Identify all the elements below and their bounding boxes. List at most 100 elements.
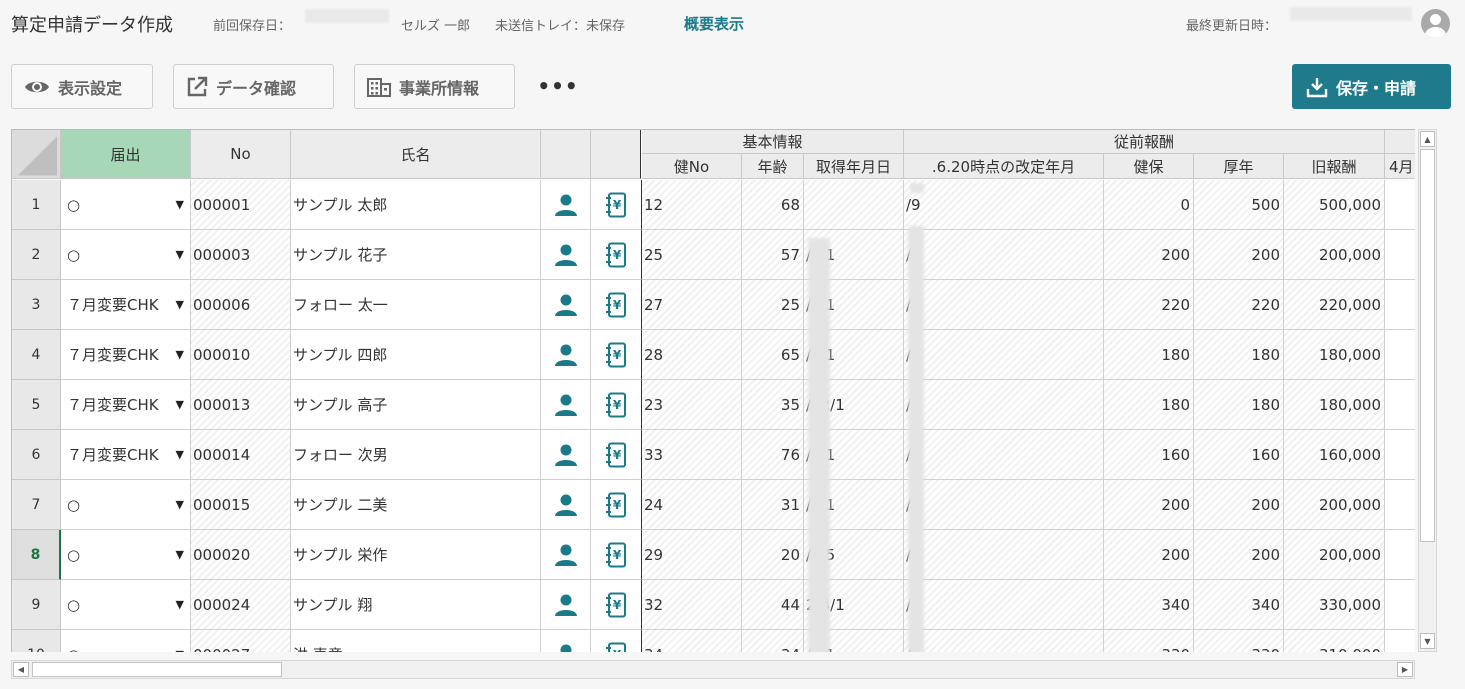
dropdown-arrow-icon[interactable]: ▼ <box>176 648 184 652</box>
person-icon[interactable] <box>541 180 591 230</box>
ken-no-cell: 33 <box>642 430 742 480</box>
todokede-select[interactable]: ○▼ <box>61 630 191 652</box>
dropdown-arrow-icon[interactable]: ▼ <box>176 298 184 311</box>
row-header[interactable]: 4 <box>12 330 61 380</box>
row-header[interactable]: 8 <box>12 530 61 580</box>
row-header[interactable]: 5 <box>12 380 61 430</box>
save-submit-button[interactable]: 保存・申請 <box>1292 64 1451 109</box>
row-header[interactable]: 2 <box>12 230 61 280</box>
person-icon[interactable] <box>541 530 591 580</box>
header-kenpo[interactable]: 健保 <box>1104 154 1194 179</box>
header-april[interactable]: 4月 <box>1385 154 1415 179</box>
dropdown-arrow-icon[interactable]: ▼ <box>176 548 184 561</box>
kosei-cell: 160 <box>1194 430 1284 480</box>
dropdown-arrow-icon[interactable]: ▼ <box>176 598 184 611</box>
header-acquired[interactable]: 取得年月日 <box>804 154 904 179</box>
name-cell: フォロー 太一 <box>291 280 541 330</box>
more-options-button[interactable]: ••• <box>537 70 577 102</box>
person-icon[interactable] <box>541 580 591 630</box>
person-icon[interactable] <box>541 430 591 480</box>
todokede-select[interactable]: ７月変要CHK ▼ <box>61 330 191 380</box>
row-header[interactable]: 7 <box>12 480 61 530</box>
payroll-book-icon[interactable]: ¥ <box>591 380 642 430</box>
payroll-book-icon[interactable]: ¥ <box>591 480 642 530</box>
kosei-cell: 200 <box>1194 480 1284 530</box>
vertical-scroll-thumb[interactable] <box>1420 149 1435 542</box>
age-cell: 25 <box>742 280 804 330</box>
header-revision[interactable]: .6.20時点の改定年月 <box>904 154 1104 179</box>
payroll-book-icon[interactable]: ¥ <box>591 430 642 480</box>
person-icon[interactable] <box>541 330 591 380</box>
download-icon <box>1306 77 1328 97</box>
row-header[interactable]: 10 <box>12 630 61 652</box>
horizontal-scrollbar[interactable]: ◀ ▶ <box>11 660 1415 679</box>
row-header[interactable]: 6 <box>12 430 61 480</box>
row-header[interactable]: 1 <box>12 180 61 230</box>
office-info-button[interactable]: 事業所情報 <box>354 64 515 109</box>
scroll-left-arrow-icon[interactable]: ◀ <box>13 662 29 677</box>
header-ken-no[interactable]: 健No <box>642 154 742 179</box>
header-todokede[interactable]: 届出 <box>61 130 191 179</box>
ken-no-cell: 24 <box>642 480 742 530</box>
person-icon[interactable] <box>541 280 591 330</box>
scroll-up-arrow-icon[interactable]: ▲ <box>1420 131 1435 147</box>
dropdown-arrow-icon[interactable]: ▼ <box>176 448 184 461</box>
scroll-right-arrow-icon[interactable]: ▶ <box>1397 662 1413 677</box>
ken-no-cell: 12 <box>642 180 742 230</box>
row-header[interactable]: 9 <box>12 580 61 630</box>
payroll-book-icon[interactable]: ¥ <box>591 580 642 630</box>
avatar[interactable] <box>1421 9 1450 38</box>
revision-cell: /8 <box>904 580 1104 630</box>
kenpo-cell: 180 <box>1104 380 1194 430</box>
payroll-book-icon[interactable]: ¥ <box>591 630 642 652</box>
todokede-value: ○ <box>67 195 81 214</box>
dropdown-arrow-icon[interactable]: ▼ <box>176 198 184 211</box>
row-header[interactable]: 3 <box>12 280 61 330</box>
dropdown-arrow-icon[interactable]: ▼ <box>176 348 184 361</box>
todokede-select[interactable]: ○▼ <box>61 580 191 630</box>
overview-link[interactable]: 概要表示 <box>684 13 744 34</box>
todokede-value: ７月変要CHK <box>67 446 159 464</box>
age-cell: 57 <box>742 230 804 280</box>
todokede-select[interactable]: ○▼ <box>61 530 191 580</box>
header-old-pay[interactable]: 旧報酬 <box>1284 154 1385 179</box>
todokede-select[interactable]: ○▼ <box>61 480 191 530</box>
no-cell: 000014 <box>191 430 291 480</box>
april-cell <box>1385 380 1415 430</box>
header-kosei[interactable]: 厚年 <box>1194 154 1284 179</box>
kosei-cell: 200 <box>1194 230 1284 280</box>
data-check-button[interactable]: データ確認 <box>173 64 334 109</box>
vertical-scrollbar[interactable]: ▲ ▼ <box>1418 129 1437 652</box>
scroll-down-arrow-icon[interactable]: ▼ <box>1420 633 1435 649</box>
horizontal-scroll-thumb[interactable] <box>32 662 282 677</box>
header-name[interactable]: 氏名 <box>291 130 541 179</box>
person-icon[interactable] <box>541 230 591 280</box>
payroll-book-icon[interactable]: ¥ <box>591 230 642 280</box>
todokede-select[interactable]: ○▼ <box>61 180 191 230</box>
todokede-select[interactable]: ７月変要CHK ▼ <box>61 280 191 330</box>
eye-icon <box>25 81 49 92</box>
dropdown-arrow-icon[interactable]: ▼ <box>176 398 184 411</box>
person-icon[interactable] <box>541 480 591 530</box>
svg-text:¥: ¥ <box>613 448 622 462</box>
payroll-book-icon[interactable]: ¥ <box>591 330 642 380</box>
todokede-select[interactable]: ○▼ <box>61 230 191 280</box>
header-no[interactable]: No <box>191 130 291 179</box>
age-cell: 44 <box>742 580 804 630</box>
dropdown-arrow-icon[interactable]: ▼ <box>176 248 184 261</box>
display-settings-button[interactable]: 表示設定 <box>11 64 153 109</box>
select-all-corner[interactable] <box>12 130 61 179</box>
person-icon[interactable] <box>541 380 591 430</box>
data-grid[interactable]: 届出 No 氏名 基本情報 従前報酬 健No 年齢 取得年月日 .6.20時点の… <box>11 129 1415 652</box>
revision-cell: /9 <box>904 430 1104 480</box>
payroll-book-icon[interactable]: ¥ <box>591 180 642 230</box>
kenpo-cell: 200 <box>1104 480 1194 530</box>
todokede-select[interactable]: ７月変要CHK ▼ <box>61 430 191 480</box>
person-icon[interactable] <box>541 630 591 652</box>
payroll-book-icon[interactable]: ¥ <box>591 530 642 580</box>
todokede-select[interactable]: ７月変要CHK ▼ <box>61 380 191 430</box>
dropdown-arrow-icon[interactable]: ▼ <box>176 498 184 511</box>
payroll-book-icon[interactable]: ¥ <box>591 280 642 330</box>
svg-text:¥: ¥ <box>613 548 622 562</box>
header-age[interactable]: 年齢 <box>742 154 804 179</box>
